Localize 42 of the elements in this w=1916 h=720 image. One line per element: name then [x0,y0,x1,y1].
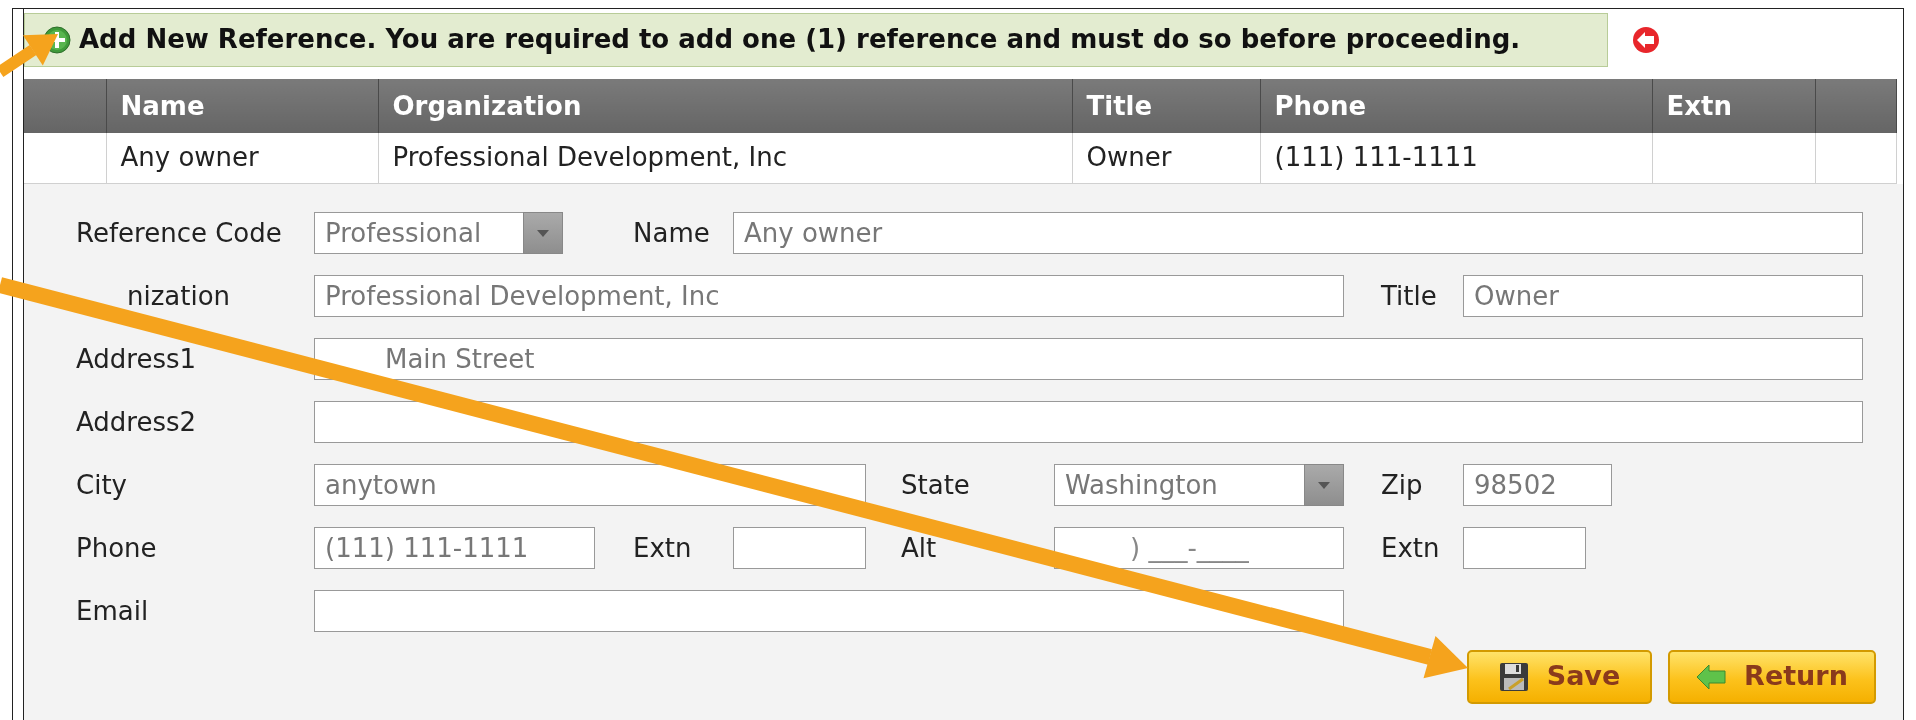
annotation-arrow [0,34,58,77]
banner-text: Add New Reference. You are required to add one (1) reference and must do so before proceeding. [79,23,1521,56]
back-icon[interactable] [1632,25,1660,54]
column-header: Name [106,79,378,133]
field-label: Title [1381,279,1437,313]
field-label: Address1 [76,342,197,376]
field-label: State [901,468,970,502]
save-button[interactable]: Save [1467,649,1652,704]
input-field[interactable] [1463,527,1586,569]
input-field[interactable]: ) ___-____ [1054,527,1344,569]
input-field[interactable]: Professional Development, Inc [314,275,1344,317]
input-field[interactable]: Any owner [733,212,1863,254]
caret-icon [537,229,549,237]
field-label: Alt [901,531,937,565]
caret-icon [1318,481,1330,489]
field-label: Extn [1381,531,1440,565]
left-arrow-icon [1696,663,1727,690]
return-button[interactable]: Return [1668,649,1876,704]
field-label: Reference Code [76,216,282,250]
table-cell: Owner [1072,133,1260,183]
field-label: Extn [633,531,692,565]
table-cell: Any owner [106,133,378,183]
column-header: Title [1072,79,1260,133]
field-label: Address2 [76,405,197,439]
input-field[interactable]: Owner [1463,275,1863,317]
field-label: Zip [1381,468,1423,502]
input-field[interactable]: Main Street [314,338,1863,380]
table-cell: Professional Development, Inc [378,133,1072,183]
input-field[interactable] [314,590,1344,632]
field-label: Name [633,216,710,250]
field-label: Phone [76,531,157,565]
column-header: Phone [1260,79,1652,133]
input-field[interactable] [733,527,866,569]
column-header: Organization [378,79,1072,133]
field-label: City [76,468,127,502]
input-field[interactable] [314,401,1863,443]
field-label: nization [127,279,231,313]
table-cell: (111) 111-1111 [1260,133,1652,183]
field-label: Email [76,594,149,628]
input-field[interactable]: (111) 111-1111 [314,527,595,569]
column-header: Extn [1652,79,1815,133]
input-field[interactable]: 98502 [1463,464,1612,506]
